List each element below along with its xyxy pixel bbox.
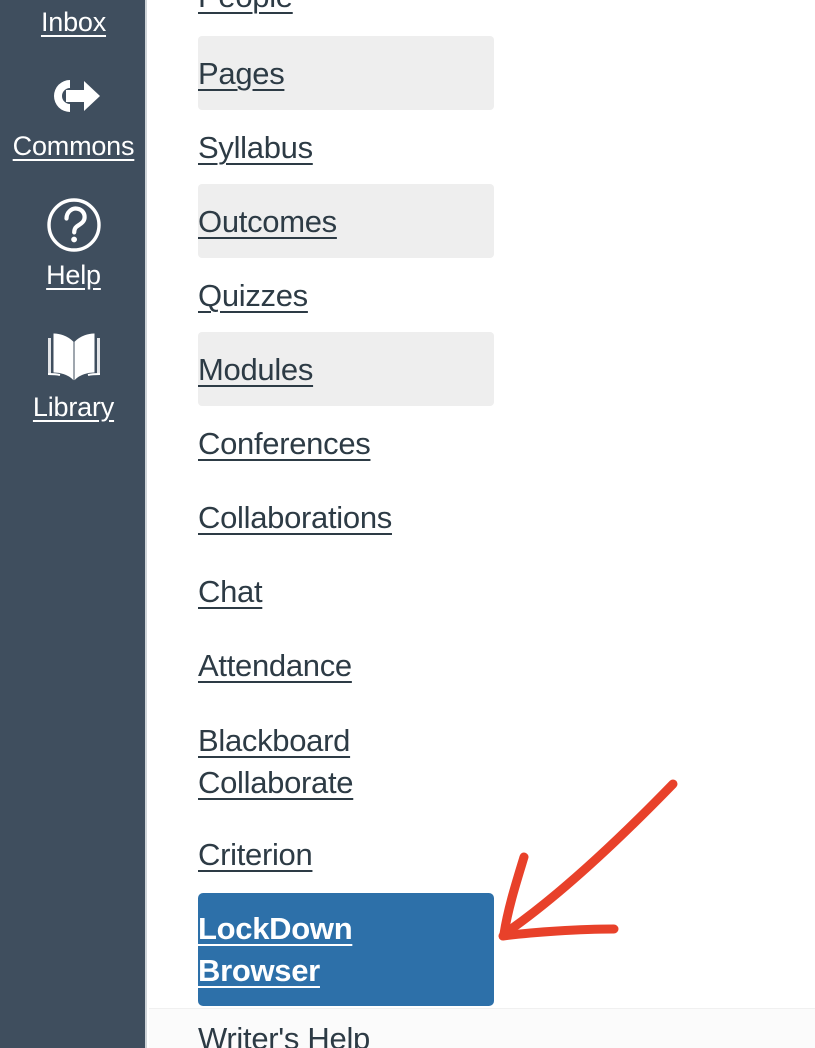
course-nav-item-modules[interactable]: Modules [198, 351, 313, 389]
course-nav-item-collaborations[interactable]: Collaborations [198, 499, 392, 537]
course-nav-item-conferences[interactable]: Conferences [198, 425, 371, 463]
course-nav-item-lockdown-browser[interactable]: LockDown Browser [198, 908, 448, 992]
course-nav-label-pages: Pages [198, 56, 285, 91]
course-nav-item-criterion[interactable]: Criterion [198, 836, 313, 874]
global-nav-label-commons: Commons [12, 131, 135, 161]
course-nav-item-writers-help[interactable]: Writer's Help [198, 1020, 370, 1048]
global-nav-label-inbox: Inbox [40, 7, 107, 37]
course-nav-item-pages[interactable]: Pages [198, 55, 285, 93]
course-nav-item-blackboard-collaborate[interactable]: Blackboard Collaborate [198, 720, 448, 804]
course-nav-item-attendance[interactable]: Attendance [198, 647, 352, 685]
global-nav-label-library: Library [32, 392, 115, 422]
course-nav-label-outcomes: Outcomes [198, 204, 337, 239]
course-navigation-list: People Pages Syllabus Outcomes Quizzes M… [149, 0, 815, 1048]
global-nav-item-library[interactable]: Library [0, 325, 147, 423]
course-nav-label-lockdown-browser: LockDown Browser [198, 911, 353, 988]
course-nav-label-collaborations: Collaborations [198, 500, 392, 535]
course-nav-label-conferences: Conferences [198, 426, 371, 461]
course-nav-item-quizzes[interactable]: Quizzes [198, 277, 308, 315]
global-nav-item-inbox[interactable]: Inbox [0, 6, 147, 38]
course-nav-label-modules: Modules [198, 352, 314, 387]
global-nav-item-commons[interactable]: Commons [0, 64, 147, 162]
course-nav-label-writers-help: Writer's Help [198, 1021, 370, 1048]
course-nav-label-chat: Chat [198, 574, 263, 609]
course-nav-label-people: People [198, 0, 293, 14]
course-nav-item-outcomes[interactable]: Outcomes [198, 203, 337, 241]
course-nav-label-quizzes: Quizzes [198, 278, 308, 313]
course-nav-item-syllabus[interactable]: Syllabus [198, 129, 313, 167]
screenshot-root: Inbox Commons Help Library Pages Syllabu… [0, 0, 815, 1048]
course-nav-label-criterion: Criterion [198, 837, 313, 872]
global-nav-item-help[interactable]: Help [0, 193, 147, 291]
open-book-icon [42, 325, 106, 389]
commons-arrow-icon [42, 64, 106, 128]
global-navigation-rail: Inbox Commons Help Library [0, 0, 147, 1048]
question-circle-icon [42, 193, 106, 257]
course-nav-label-attendance: Attendance [198, 648, 352, 683]
course-nav-item-people[interactable]: People [198, 0, 293, 16]
course-nav-label-syllabus: Syllabus [198, 130, 313, 165]
course-nav-item-chat[interactable]: Chat [198, 573, 263, 611]
global-nav-label-help: Help [46, 260, 101, 290]
course-nav-label-blackboard-collaborate: Blackboard Collaborate [198, 723, 354, 800]
